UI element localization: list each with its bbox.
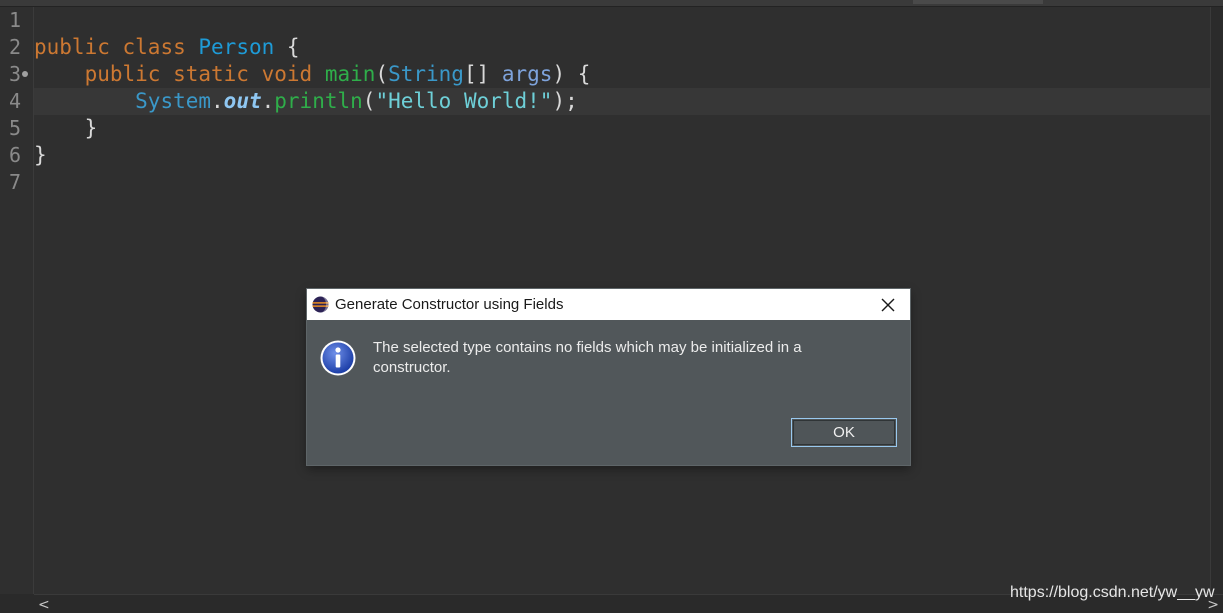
open-brace: {	[274, 35, 300, 59]
line-number: 5	[9, 116, 22, 140]
line-number-with-marker[interactable]: 3	[9, 61, 29, 88]
generate-constructor-dialog: Generate Constructor using Fields The se…	[307, 289, 910, 465]
info-icon	[320, 340, 356, 376]
dot: .	[211, 89, 224, 113]
method-name: main	[324, 62, 376, 86]
class-name: Person	[198, 35, 275, 59]
line-number: 4	[9, 89, 22, 113]
vertical-scrollbar[interactable]	[1210, 7, 1223, 594]
method-println: println	[274, 89, 363, 113]
eclipse-editor-window: 1 2 3 4 5 6 7 public class Person { publ…	[0, 0, 1223, 613]
parameter-name: args	[501, 62, 553, 86]
class-system: System	[135, 89, 212, 113]
dot: .	[261, 89, 275, 113]
eclipse-icon	[312, 296, 329, 313]
line-number-label: 3	[9, 62, 22, 86]
close-icon	[881, 298, 895, 311]
keyword-static: static	[173, 62, 249, 86]
type-string: String	[388, 62, 464, 86]
keyword-public: public	[34, 35, 110, 59]
line-number: 2	[9, 35, 22, 59]
array-brackets: []	[463, 62, 502, 86]
keyword-class: class	[122, 35, 186, 59]
code-line-class-declaration[interactable]: public class Person {	[34, 34, 300, 61]
paren-close: ) {	[552, 62, 591, 86]
static-field-out: out	[223, 89, 262, 113]
line-number: 1	[9, 8, 22, 32]
keyword-void: void	[261, 62, 313, 86]
statement-end: );	[552, 89, 578, 113]
code-line-method-close[interactable]: }	[34, 115, 98, 142]
scroll-left-icon[interactable]: <	[38, 597, 50, 613]
close-brace: }	[84, 116, 98, 140]
code-line-println[interactable]: System.out.println("Hello World!");	[34, 88, 578, 115]
editor-tab-strip[interactable]	[0, 0, 1223, 7]
paren-open: (	[362, 89, 376, 113]
paren-open: (	[375, 62, 389, 86]
ok-button[interactable]: OK	[791, 418, 897, 447]
line-number: 6	[9, 143, 22, 167]
keyword-public: public	[84, 62, 161, 86]
dialog-title: Generate Constructor using Fields	[335, 296, 564, 313]
close-button[interactable]	[866, 289, 910, 320]
code-line-main-method[interactable]: public static void main(String[] args) {	[34, 61, 591, 88]
active-tab[interactable]	[913, 0, 1043, 4]
dialog-titlebar[interactable]: Generate Constructor using Fields	[307, 289, 910, 320]
close-brace: }	[34, 143, 47, 167]
gutter-corner	[0, 594, 34, 613]
watermark: https://blog.csdn.net/yw__yw	[1010, 584, 1215, 601]
dialog-message: The selected type contains no fields whi…	[373, 339, 802, 376]
line-number: 7	[9, 170, 22, 194]
override-marker-icon[interactable]	[22, 71, 28, 77]
code-line-class-close[interactable]: }	[34, 142, 47, 169]
string-literal: "Hello World!"	[375, 89, 553, 113]
